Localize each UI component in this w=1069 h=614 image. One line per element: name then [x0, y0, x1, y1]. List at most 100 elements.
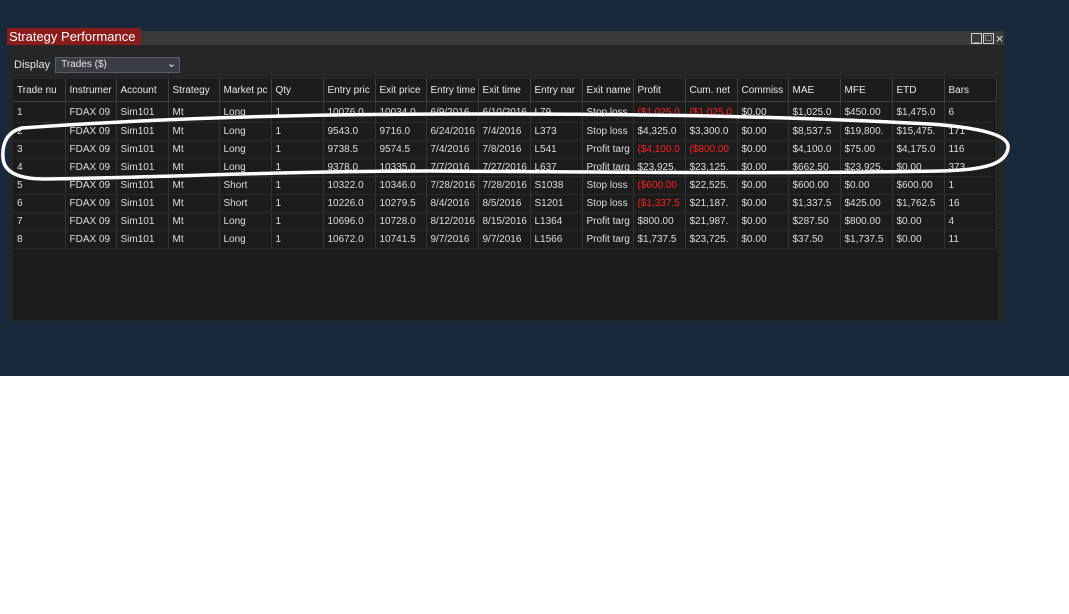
title-bar[interactable]: Strategy Performance _ □ × [7, 28, 1004, 45]
window-controls: _ □ × [971, 31, 1004, 45]
column-header[interactable]: Entry pric [323, 79, 376, 102]
table-row[interactable]: 8 FDAX 09 Sim101 Mt Long 1 10672.0 10741.5 9/7/2… [13, 230, 997, 249]
display-dropdown-value: Trades ($) [61, 59, 107, 70]
table-cell: $1,737.5 [633, 230, 686, 249]
table-row[interactable]: 4 FDAX 09 Sim101 Mt Long 1 9378.0 10335.0 7/7/20… [13, 158, 997, 177]
table-cell: ($1,025.0 [685, 101, 738, 123]
table-cell: 11 [944, 230, 997, 249]
table-cell: 10322.0 [323, 176, 376, 195]
table-cell: 1 [271, 101, 324, 123]
trades-table: Trade nu Instrumer Account Strategy Market p… [13, 79, 997, 249]
table-cell: 1 [944, 176, 997, 195]
table-cell: 10034.0 [375, 101, 427, 123]
column-header[interactable]: Exit name [582, 79, 634, 102]
table-cell: $1,762.5 [892, 194, 945, 213]
column-header[interactable]: Account [116, 79, 169, 102]
table-cell: L541 [530, 140, 583, 159]
table-cell: $3,300.0 [685, 122, 738, 141]
table-cell: 3 [13, 140, 66, 159]
column-header[interactable]: ETD [892, 79, 945, 102]
window-title: Strategy Performance [7, 28, 142, 45]
table-row[interactable]: 7 FDAX 09 Sim101 Mt Long 1 10696.0 10728.0 8/12/… [13, 212, 997, 231]
table-cell: 8/12/2016 [426, 212, 479, 231]
trades-grid[interactable]: Trade nu Instrumer Account Strategy Market p… [13, 79, 998, 320]
table-cell: 8 [13, 230, 66, 249]
close-button[interactable]: × [995, 32, 1004, 45]
table-cell: $1,737.5 [840, 230, 893, 249]
table-cell: $1,025.0 [788, 101, 841, 123]
column-header[interactable]: Qty [271, 79, 324, 102]
strategy-performance-window: Strategy Performance _ □ × Display Trade… [7, 28, 1004, 321]
minimize-button[interactable]: _ [971, 32, 982, 44]
table-cell: S1038 [530, 176, 583, 195]
column-header[interactable]: Market pc [219, 79, 272, 102]
table-cell: Long [219, 122, 272, 141]
table-cell: $23,925. [633, 158, 686, 177]
table-cell: ($1,337.5 [633, 194, 686, 213]
table-cell: Stop loss [582, 101, 634, 123]
table-cell: 9543.0 [323, 122, 376, 141]
table-cell: FDAX 09 [65, 101, 117, 123]
column-header[interactable]: MAE [788, 79, 841, 102]
table-cell: 5 [13, 176, 66, 195]
column-header[interactable]: Entry time [426, 79, 479, 102]
table-cell: 7/4/2016 [426, 140, 479, 159]
column-header[interactable]: Trade nu [13, 79, 66, 102]
table-row[interactable]: 2 FDAX 09 Sim101 Mt Long 1 9543.0 9716.0 6/24/20… [13, 122, 997, 141]
maximize-button[interactable]: □ [983, 32, 994, 44]
table-cell: Stop loss [582, 176, 634, 195]
table-row[interactable]: 5 FDAX 09 Sim101 Mt Short 1 10322.0 10346.0 7/28… [13, 176, 997, 195]
table-cell: 1 [271, 176, 324, 195]
table-cell: Mt [168, 176, 220, 195]
display-label: Display [14, 59, 51, 71]
table-cell: $23,125. [685, 158, 738, 177]
column-header[interactable]: Exit time [478, 79, 531, 102]
column-header[interactable]: Profit [633, 79, 686, 102]
table-row[interactable]: 3 FDAX 09 Sim101 Mt Long 1 9738.5 9574.5 7/4/201… [13, 140, 997, 159]
table-cell: Sim101 [116, 212, 169, 231]
table-cell: ($1,025.0 [633, 101, 686, 123]
table-cell: Profit targ [582, 158, 634, 177]
table-row[interactable]: 1 FDAX 09 Sim101 Mt Long 1 10076.0 10034.0 6/9/2… [13, 101, 997, 123]
table-cell: Mt [168, 122, 220, 141]
table-cell: 7/7/2016 [426, 158, 479, 177]
table-cell: $0.00 [892, 230, 945, 249]
column-header[interactable]: Commiss [737, 79, 789, 102]
table-cell: Long [219, 101, 272, 123]
table-cell: Sim101 [116, 140, 169, 159]
table-cell: $800.00 [840, 212, 893, 231]
table-cell: 10741.5 [375, 230, 427, 249]
table-cell: Long [219, 212, 272, 231]
table-cell: $37.50 [788, 230, 841, 249]
table-cell: $0.00 [737, 140, 789, 159]
table-cell: Short [219, 194, 272, 213]
table-cell: 6 [13, 194, 66, 213]
table-cell: Sim101 [116, 101, 169, 123]
table-cell: $4,100.0 [788, 140, 841, 159]
column-header[interactable]: MFE [840, 79, 893, 102]
column-header[interactable]: Exit price [375, 79, 427, 102]
column-header[interactable]: Strategy [168, 79, 220, 102]
column-header[interactable]: Bars [944, 79, 997, 102]
table-cell: $0.00 [737, 101, 789, 123]
table-cell: $8,537.5 [788, 122, 841, 141]
table-cell: 4 [13, 158, 66, 177]
table-cell: 7/27/2016 [478, 158, 531, 177]
table-cell: 9/7/2016 [478, 230, 531, 249]
table-cell: L1566 [530, 230, 583, 249]
display-dropdown[interactable]: Trades ($) ⌄ [55, 57, 181, 73]
table-cell: Sim101 [116, 194, 169, 213]
column-header[interactable]: Cum. net [685, 79, 738, 102]
table-cell: $15,475. [892, 122, 945, 141]
table-cell: FDAX 09 [65, 212, 117, 231]
table-cell: S1201 [530, 194, 583, 213]
table-cell: $425.00 [840, 194, 893, 213]
table-cell: $600.00 [892, 176, 945, 195]
table-cell: L637 [530, 158, 583, 177]
table-cell: 373 [944, 158, 997, 177]
column-header[interactable]: Entry nar [530, 79, 583, 102]
table-cell: $287.50 [788, 212, 841, 231]
column-header[interactable]: Instrumer [65, 79, 117, 102]
table-cell: Sim101 [116, 230, 169, 249]
table-row[interactable]: 6 FDAX 09 Sim101 Mt Short 1 10226.0 10279.5 8/4/… [13, 194, 997, 213]
